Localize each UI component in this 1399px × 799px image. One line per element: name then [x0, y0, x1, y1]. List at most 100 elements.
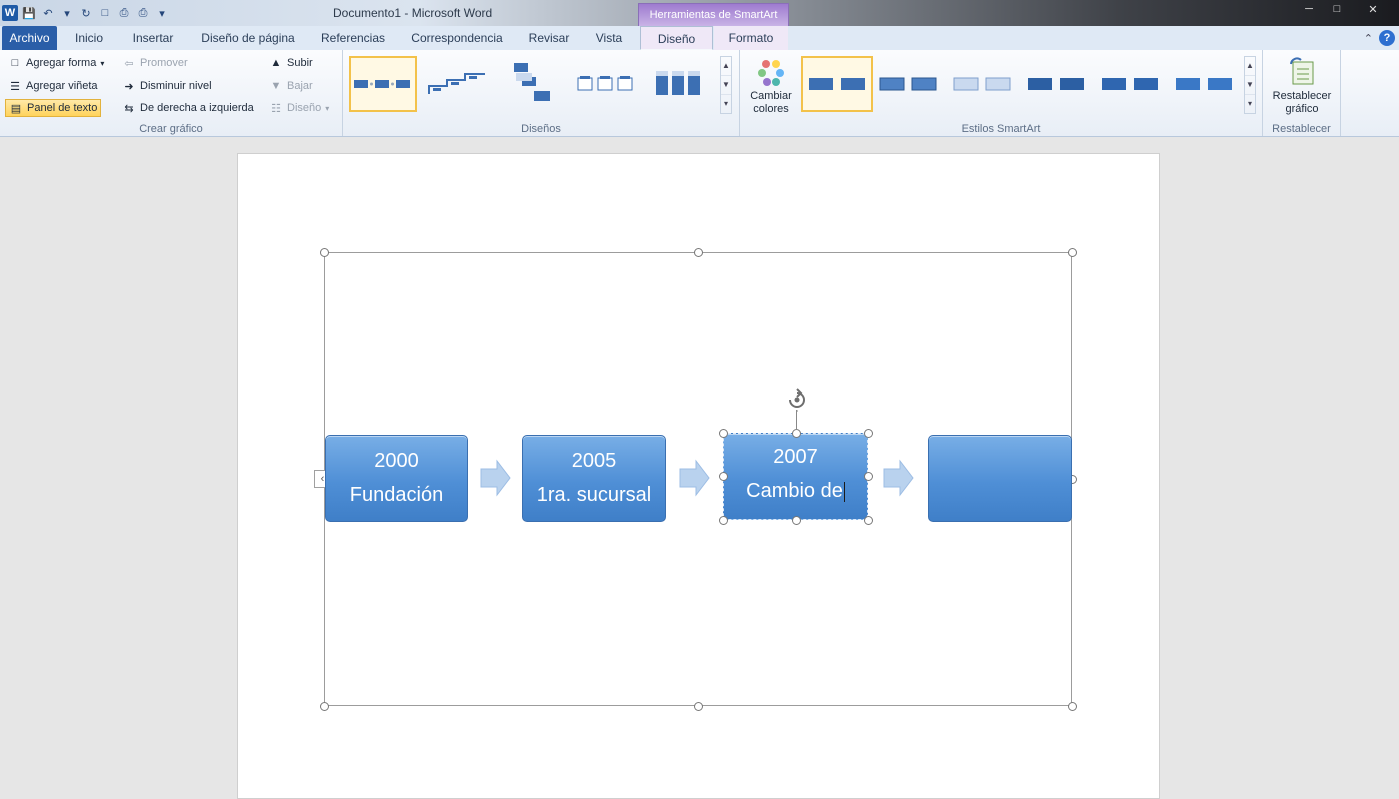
- tab-inicio[interactable]: Inicio: [64, 26, 114, 50]
- restablecer-grafico-button[interactable]: Restablecer gráfico: [1267, 56, 1337, 116]
- frame-handle-top-left[interactable]: [320, 248, 329, 257]
- agregar-forma-button[interactable]: □ Agregar forma ▾: [8, 54, 105, 72]
- frame-handle-bottom[interactable]: [694, 702, 703, 711]
- layout-vertical-blocks[interactable]: [645, 56, 713, 112]
- group-estilos-smartart: Cambiar colores ▲ ▼ ▾ Estilos SmartArt: [740, 50, 1263, 136]
- undo-dropdown-icon[interactable]: ▾: [59, 5, 75, 21]
- shape-handle-right[interactable]: [864, 472, 873, 481]
- shape-2-year: 2005: [571, 450, 617, 472]
- smartart-shape-4[interactable]: [928, 435, 1072, 522]
- add-bullet-icon: ☰: [10, 80, 20, 93]
- shape-handle-left[interactable]: [719, 472, 728, 481]
- group-label-restablecer: Restablecer: [1272, 123, 1331, 135]
- minimize-ribbon-icon[interactable]: ⌃: [1364, 32, 1373, 45]
- demote-icon: ➜: [124, 80, 134, 93]
- layout-icon: ☷: [271, 102, 281, 115]
- rotate-handle-stem: [796, 410, 797, 430]
- style-simple-fill[interactable]: [801, 56, 873, 112]
- smartart-shape-1[interactable]: 2000 Fundación: [325, 435, 468, 522]
- shape-handle-bottom-left[interactable]: [719, 516, 728, 525]
- window-title: Documento1 - Microsoft Word: [333, 6, 493, 20]
- group-label-crear-grafico: Crear gráfico: [139, 123, 203, 135]
- shape-handle-top[interactable]: [792, 429, 801, 438]
- group-restablecer: Restablecer gráfico Restablecer: [1263, 50, 1341, 136]
- move-up-icon: ▲: [270, 57, 282, 69]
- layouts-gallery-scroll[interactable]: ▲ ▼ ▾: [720, 56, 732, 114]
- styles-gallery-scroll[interactable]: ▲ ▼ ▾: [1244, 56, 1256, 114]
- diseno-layout-button[interactable]: ☷ Diseño ▾: [269, 99, 329, 117]
- promote-icon: ⇦: [124, 57, 134, 70]
- reset-graphic-icon: [1290, 57, 1314, 85]
- style-subtle-effect[interactable]: [948, 56, 1016, 112]
- style-intense-effect[interactable]: [1096, 56, 1164, 112]
- tab-vista[interactable]: Vista: [586, 26, 632, 50]
- layout-continuous-block[interactable]: [571, 56, 639, 112]
- smartart-shape-2[interactable]: 2005 1ra. sucursal: [522, 435, 666, 522]
- arrow-icon-1: [480, 459, 511, 497]
- frame-handle-top-right[interactable]: [1068, 248, 1077, 257]
- style-polished[interactable]: [1170, 56, 1238, 112]
- move-down-icon: ▼: [270, 80, 282, 92]
- shape-handle-bottom-right[interactable]: [864, 516, 873, 525]
- panel-texto-button[interactable]: ▤ Panel de texto: [5, 99, 102, 117]
- change-colors-icon: [758, 60, 784, 86]
- new-document-icon[interactable]: □: [97, 5, 113, 21]
- smartart-shape-3[interactable]: 2007 Cambio de: [723, 433, 868, 520]
- save-icon[interactable]: 💾: [21, 5, 37, 21]
- shape-handle-bottom[interactable]: [792, 516, 801, 525]
- agregar-vineta-button[interactable]: ☰ Agregar viñeta: [8, 77, 97, 95]
- ribbon: □ Agregar forma ▾ ☰ Agregar viñeta ▤ Pane…: [0, 50, 1399, 137]
- derecha-izquierda-button[interactable]: ⇆ De derecha a izquierda: [122, 99, 253, 117]
- subir-button[interactable]: ▲ Subir: [269, 54, 313, 72]
- group-disenos: ▲ ▼ ▾ Diseños: [343, 50, 740, 136]
- bajar-button[interactable]: ▼ Bajar: [269, 77, 313, 95]
- text-pane-icon: ▤: [10, 102, 22, 115]
- smartart-tools-context-label: Herramientas de SmartArt: [638, 3, 789, 26]
- word-logo-icon[interactable]: W: [2, 5, 18, 21]
- tab-diseno[interactable]: Diseño: [640, 26, 713, 50]
- tab-diseno-pagina[interactable]: Diseño de página: [192, 26, 304, 50]
- shape-1-text: Fundación: [349, 484, 444, 506]
- add-shape-icon: □: [11, 57, 19, 69]
- shape-handle-top-left[interactable]: [719, 429, 728, 438]
- tab-insertar[interactable]: Insertar: [122, 26, 184, 50]
- shape-handle-top-right[interactable]: [864, 429, 873, 438]
- layout-staggered-process[interactable]: [497, 56, 565, 112]
- disminuir-nivel-button[interactable]: ➜ Disminuir nivel: [122, 77, 211, 95]
- frame-handle-top[interactable]: [694, 248, 703, 257]
- group-label-disenos: Diseños: [521, 123, 561, 135]
- print-preview-icon[interactable]: ⎙: [116, 5, 132, 21]
- layout-step-process[interactable]: [423, 56, 491, 112]
- frame-handle-bottom-left[interactable]: [320, 702, 329, 711]
- promover-button[interactable]: ⇦ Promover: [122, 54, 187, 72]
- quick-access-toolbar: W 💾 ↶ ▾ ↻ □ ⎙ ⎙ ▾: [2, 4, 170, 22]
- tab-revisar[interactable]: Revisar: [520, 26, 578, 50]
- shape-3-year: 2007: [773, 446, 818, 468]
- tab-archivo[interactable]: Archivo: [2, 26, 57, 50]
- tab-formato[interactable]: Formato: [714, 26, 788, 50]
- cambiar-colores-button[interactable]: Cambiar colores: [746, 56, 796, 116]
- style-moderate-effect[interactable]: [1022, 56, 1090, 112]
- chevron-left-icon: ‹: [320, 473, 325, 485]
- shape-3-text[interactable]: Cambio de: [746, 480, 843, 502]
- help-icon[interactable]: ?: [1379, 30, 1395, 46]
- arrow-icon-2: [679, 459, 710, 497]
- tab-referencias[interactable]: Referencias: [312, 26, 394, 50]
- ribbon-tabs: Archivo Inicio Insertar Diseño de página…: [0, 26, 1399, 51]
- maximize-icon[interactable]: □: [1323, 0, 1351, 18]
- group-label-estilos: Estilos SmartArt: [961, 123, 1041, 135]
- right-to-left-icon: ⇆: [124, 102, 134, 115]
- customize-qat-icon[interactable]: ▾: [154, 5, 170, 21]
- redo-icon[interactable]: ↻: [78, 5, 94, 21]
- group-crear-grafico: □ Agregar forma ▾ ☰ Agregar viñeta ▤ Pane…: [0, 50, 343, 136]
- frame-handle-bottom-right[interactable]: [1068, 702, 1077, 711]
- title-bar: W 💾 ↶ ▾ ↻ □ ⎙ ⎙ ▾ Documento1 - Microsoft…: [0, 0, 1399, 26]
- minimize-icon[interactable]: ─: [1295, 0, 1323, 18]
- close-icon[interactable]: ✕: [1351, 0, 1395, 18]
- undo-icon[interactable]: ↶: [40, 5, 56, 21]
- layout-basic-timeline[interactable]: [349, 56, 417, 112]
- tab-correspondencia[interactable]: Correspondencia: [402, 26, 512, 50]
- rotate-handle-icon[interactable]: [785, 388, 809, 412]
- quick-print-icon[interactable]: ⎙: [135, 5, 151, 21]
- style-white-outline[interactable]: [874, 56, 942, 112]
